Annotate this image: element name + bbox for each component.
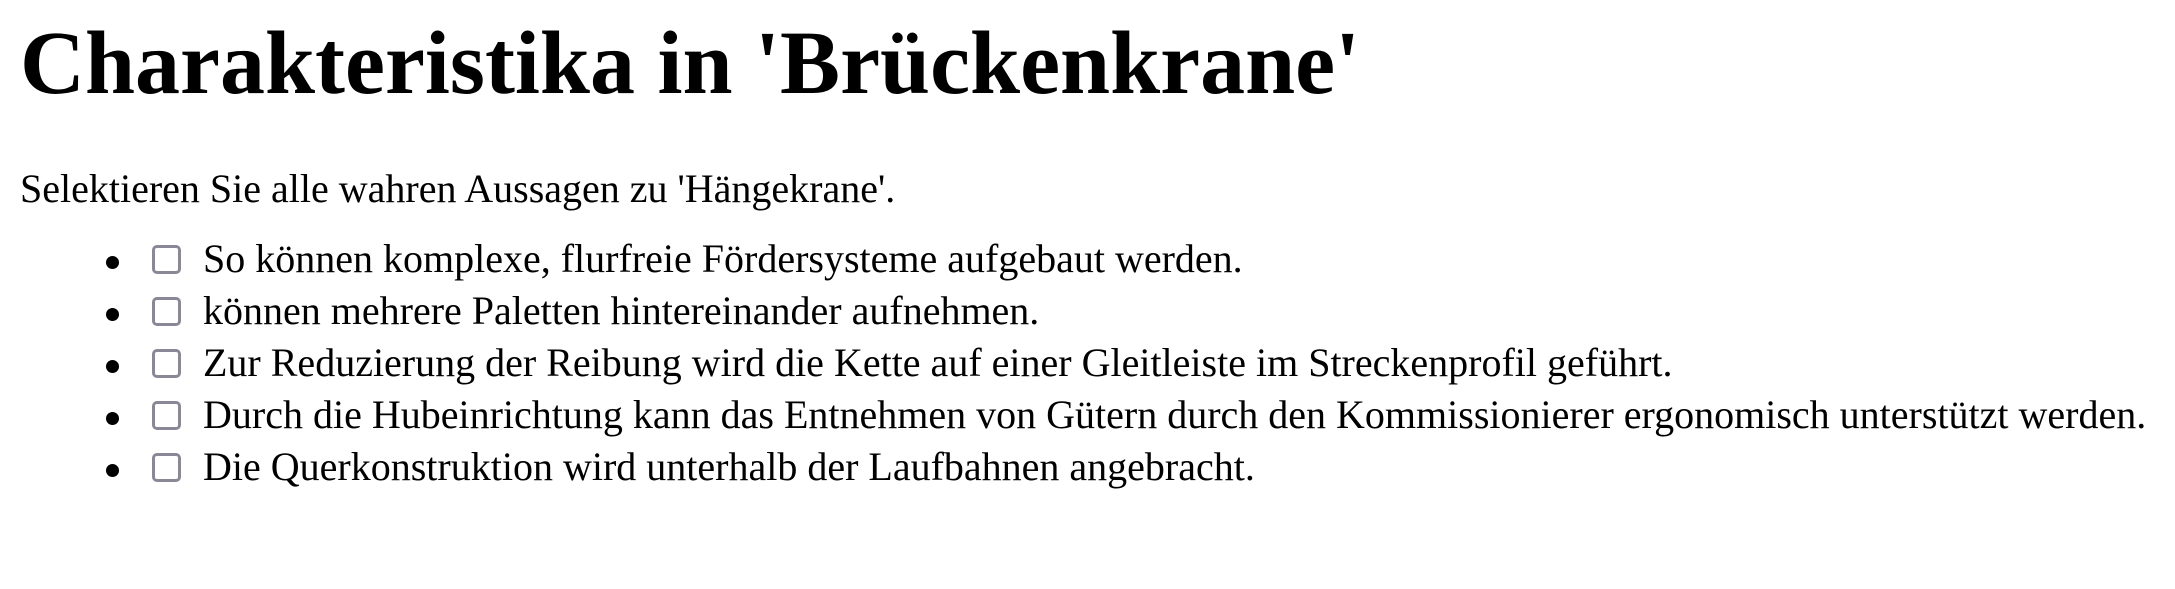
bullet-icon (106, 308, 119, 321)
list-item: So können komplexe, flurfreie Fördersyst… (80, 233, 2175, 285)
option-label-3[interactable]: Zur Reduzierung der Reibung wird die Ket… (203, 337, 1673, 389)
list-item: Durch die Hubeinrichtung kann das Entneh… (80, 389, 2175, 441)
option-label-1[interactable]: So können komplexe, flurfreie Fördersyst… (203, 233, 1243, 285)
option-checkbox-4[interactable] (152, 401, 181, 430)
answer-options-list: So können komplexe, flurfreie Fördersyst… (20, 233, 2175, 493)
option-label-2[interactable]: können mehrere Paletten hintereinander a… (203, 285, 1039, 337)
option-checkbox-5[interactable] (152, 453, 181, 482)
page-title: Charakteristika in 'Brückenkrane' (20, 14, 1361, 113)
option-checkbox-2[interactable] (152, 297, 181, 326)
option-label-5[interactable]: Die Querkonstruktion wird unterhalb der … (203, 441, 1255, 493)
question-prompt: Selektieren Sie alle wahren Aussagen zu … (20, 166, 896, 211)
list-item: Zur Reduzierung der Reibung wird die Ket… (80, 337, 2175, 389)
option-checkbox-1[interactable] (152, 245, 181, 274)
bullet-icon (106, 412, 119, 425)
option-label-4[interactable]: Durch die Hubeinrichtung kann das Entneh… (203, 389, 2146, 441)
list-item: können mehrere Paletten hintereinander a… (80, 285, 2175, 337)
list-item: Die Querkonstruktion wird unterhalb der … (80, 441, 2175, 493)
bullet-icon (106, 464, 119, 477)
bullet-icon (106, 256, 119, 269)
bullet-icon (106, 360, 119, 373)
option-checkbox-3[interactable] (152, 349, 181, 378)
quiz-page: Charakteristika in 'Brückenkrane' Selekt… (20, 0, 2175, 493)
